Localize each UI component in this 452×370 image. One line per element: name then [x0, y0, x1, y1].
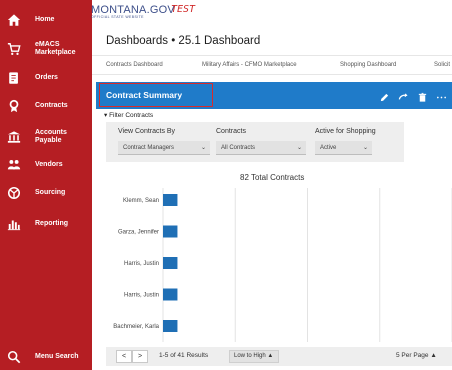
sidebar-item-label: Accounts Payable — [35, 129, 67, 144]
sidebar-item-label: eMACS Marketplace — [35, 41, 76, 56]
bar — [163, 194, 178, 206]
menu-search[interactable]: Menu Search — [0, 346, 92, 368]
select-value: Active — [320, 145, 337, 151]
environment-badge: TEST — [171, 4, 196, 15]
menu-search-label: Menu Search — [35, 353, 79, 360]
category-label: Harris, Justin — [124, 293, 159, 299]
contract-icon — [6, 98, 22, 114]
filter-label-contracts: Contracts — [216, 128, 246, 135]
filter-label-active-shopping: Active for Shopping — [315, 128, 376, 135]
sidebar-item-vendors[interactable]: Vendors — [0, 154, 92, 176]
per-page-select[interactable]: 5 Per Page ▲ — [396, 352, 437, 359]
active-for-shopping-select[interactable]: Active ⌄ — [315, 141, 372, 155]
tab-solicit[interactable]: Solicit — [434, 62, 450, 68]
sourcing-icon — [6, 185, 22, 201]
sort-order-button[interactable]: Low to High ▲ — [229, 350, 279, 363]
chevron-down-icon: ⌄ — [200, 145, 206, 151]
tab-military-affairs[interactable]: Military Affairs - CFMO Marketplace — [202, 62, 297, 68]
category-label: Klemm, Sean — [123, 198, 159, 204]
link-icon[interactable] — [398, 90, 409, 101]
sidebar-item-marketplace[interactable]: eMACS Marketplace — [0, 38, 92, 60]
sidebar-item-label: Contracts — [35, 102, 68, 109]
select-value: Contract Managers — [123, 145, 175, 151]
prev-page-button[interactable]: < — [116, 350, 132, 363]
sidebar-item-sourcing[interactable]: Sourcing — [0, 182, 92, 204]
bar — [163, 288, 178, 301]
cart-icon — [6, 41, 22, 57]
edit-icon[interactable] — [379, 90, 390, 102]
filter-panel: View Contracts By Contract Managers ⌄ Con… — [106, 122, 404, 162]
sidebar-item-reporting[interactable]: Reporting — [0, 213, 92, 235]
bar — [163, 225, 178, 238]
home-icon — [6, 12, 22, 28]
contracts-select[interactable]: All Contracts ⌄ — [216, 141, 306, 155]
filter-toggle-label: Filter Contracts — [109, 112, 154, 119]
sidebar-item-accounts-payable[interactable]: Accounts Payable — [0, 126, 92, 148]
sidebar-item-label: Reporting — [35, 220, 69, 227]
vendors-icon — [6, 157, 22, 173]
search-icon — [6, 349, 22, 365]
category-label: Bachmeier, Karla — [113, 324, 159, 330]
breadcrumb: Dashboards • 25.1 Dashboard — [106, 35, 261, 47]
reporting-icon — [6, 216, 22, 232]
bank-icon — [6, 129, 22, 145]
sidebar: Home eMACS Marketplace Orders Contracts … — [0, 0, 92, 370]
results-count: 1-5 of 41 Results — [159, 352, 209, 359]
widget-title: Contract Summary — [106, 90, 183, 100]
sidebar-item-label: Home — [35, 16, 55, 23]
filter-toggle[interactable]: ▾ Filter Contracts — [104, 111, 153, 119]
category-label: Garza, Jennifer — [118, 230, 159, 236]
next-page-button[interactable]: > — [132, 350, 148, 363]
sidebar-item-orders[interactable]: Orders — [0, 67, 92, 89]
total-contracts-label: 82 Total Contracts — [240, 173, 305, 182]
app-root: Home eMACS Marketplace Orders Contracts … — [0, 0, 452, 370]
more-icon[interactable] — [436, 90, 447, 101]
trash-icon[interactable] — [417, 90, 428, 102]
select-value: All Contracts — [221, 145, 256, 151]
pagination-bar: < > 1-5 of 41 Results Low to High ▲ 5 Pe… — [106, 347, 452, 366]
dashboard-tabs: Contracts Dashboard Military Affairs - C… — [92, 55, 452, 75]
contracts-bar-chart: 05101520Klemm, SeanGarza, JenniferHarris… — [113, 188, 452, 342]
tab-contracts-dashboard[interactable]: Contracts Dashboard — [106, 62, 163, 68]
sidebar-item-contracts[interactable]: Contracts — [0, 95, 92, 117]
sidebar-item-label: Sourcing — [35, 189, 66, 196]
sidebar-item-label: Orders — [35, 74, 58, 81]
chevron-down-icon: ⌄ — [362, 145, 368, 151]
widget-header: Contract Summary — [96, 82, 452, 109]
logo-subtext: OFFICIAL STATE WEBSITE — [91, 15, 144, 19]
category-label: Harris, Justin — [124, 261, 159, 267]
filter-label-view-by: View Contracts By — [118, 128, 176, 135]
orders-icon — [6, 70, 22, 86]
bar — [163, 320, 178, 332]
sidebar-item-label: Vendors — [35, 161, 63, 168]
chevron-down-icon: ⌄ — [296, 145, 302, 151]
tab-shopping-dashboard[interactable]: Shopping Dashboard — [340, 62, 396, 68]
bar — [163, 257, 178, 269]
view-contracts-by-select[interactable]: Contract Managers ⌄ — [118, 141, 210, 155]
sidebar-item-home[interactable]: Home — [0, 9, 92, 31]
